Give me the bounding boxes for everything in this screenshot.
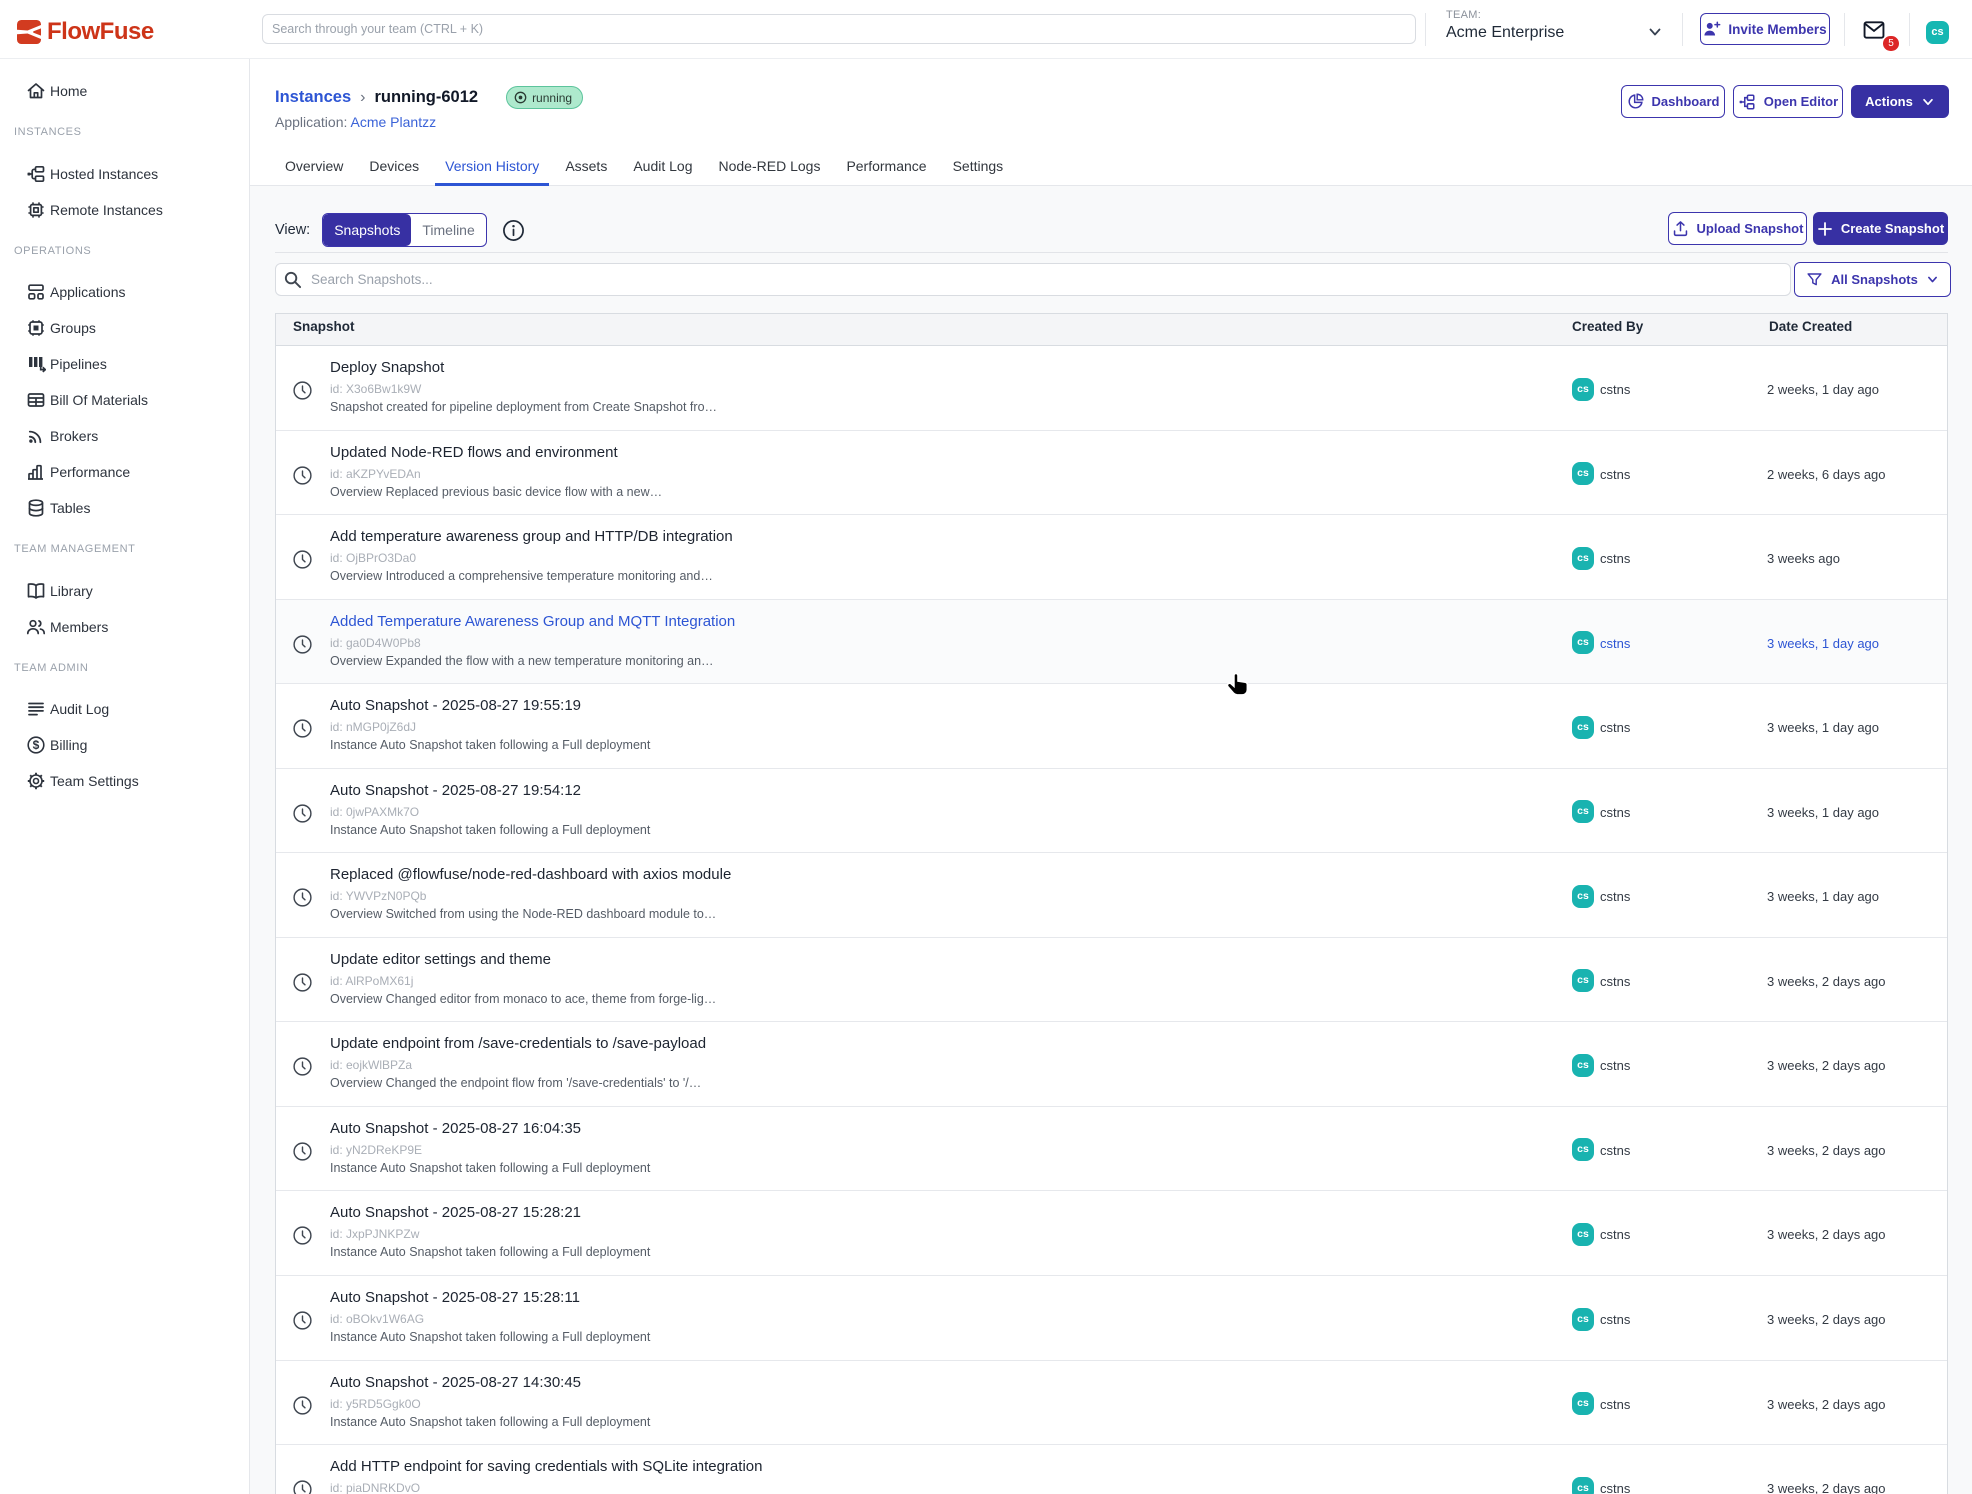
svg-text:$: $ — [33, 738, 40, 752]
